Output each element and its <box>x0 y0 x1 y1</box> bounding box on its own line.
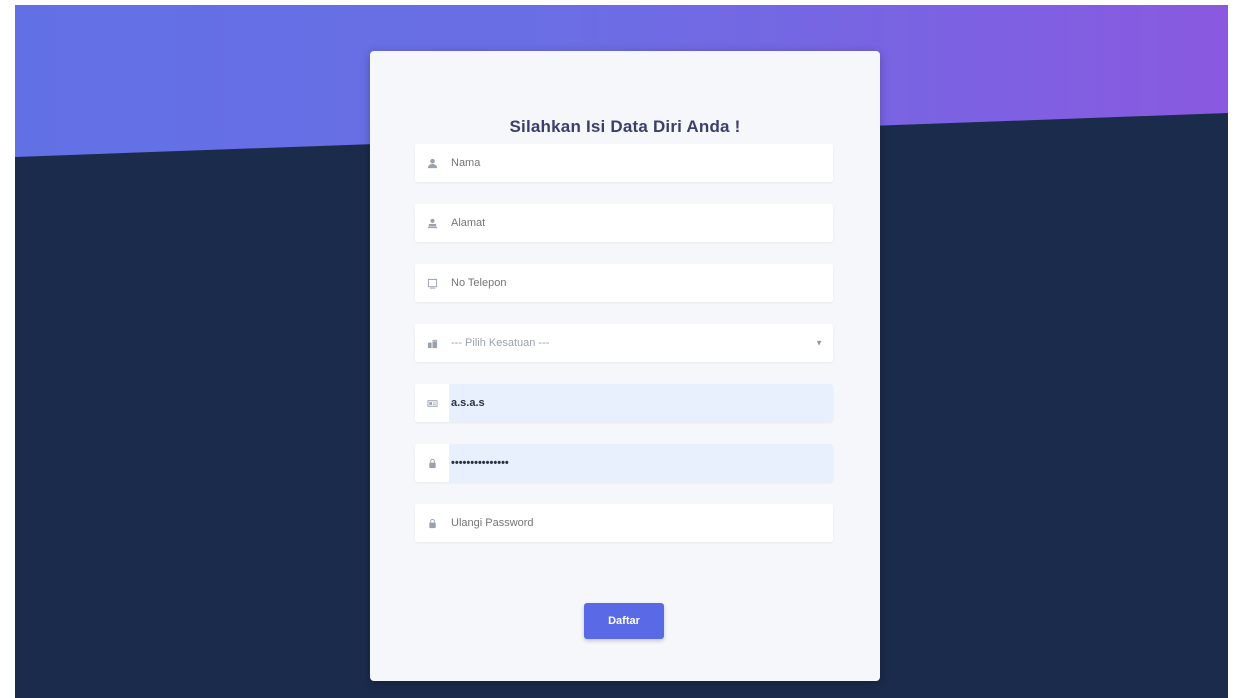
password-input[interactable] <box>449 444 833 482</box>
chevron-down-icon: ▼ <box>815 338 823 348</box>
page-background: Silahkan Isi Data Diri Anda ! Nama Alama… <box>15 5 1228 698</box>
id-card-icon <box>415 384 449 422</box>
nama-field <box>415 144 833 182</box>
alamat-input[interactable] <box>449 204 833 242</box>
kesatuan-select[interactable]: --- Pilih Kesatuan --- <box>449 324 833 362</box>
user-icon <box>415 144 449 182</box>
address-icon <box>415 204 449 242</box>
nama-input[interactable] <box>449 144 833 182</box>
username-input[interactable] <box>449 384 833 422</box>
password-field <box>415 444 833 482</box>
form-title: Silahkan Isi Data Diri Anda ! <box>509 117 741 136</box>
ulangi-password-field <box>415 504 833 542</box>
kesatuan-field: --- Pilih Kesatuan --- ▼ <box>415 324 833 362</box>
phone-icon <box>415 264 449 302</box>
telepon-input[interactable] <box>449 264 833 302</box>
lock-icon <box>415 444 449 482</box>
daftar-button[interactable]: Daftar <box>584 603 664 639</box>
username-field <box>415 384 833 422</box>
alamat-field <box>415 204 833 242</box>
registration-card: Silahkan Isi Data Diri Anda ! Nama Alama… <box>370 51 880 681</box>
lock-icon <box>415 504 449 542</box>
telepon-field <box>415 264 833 302</box>
ulangi-password-input[interactable] <box>449 504 833 542</box>
building-icon <box>415 324 449 362</box>
